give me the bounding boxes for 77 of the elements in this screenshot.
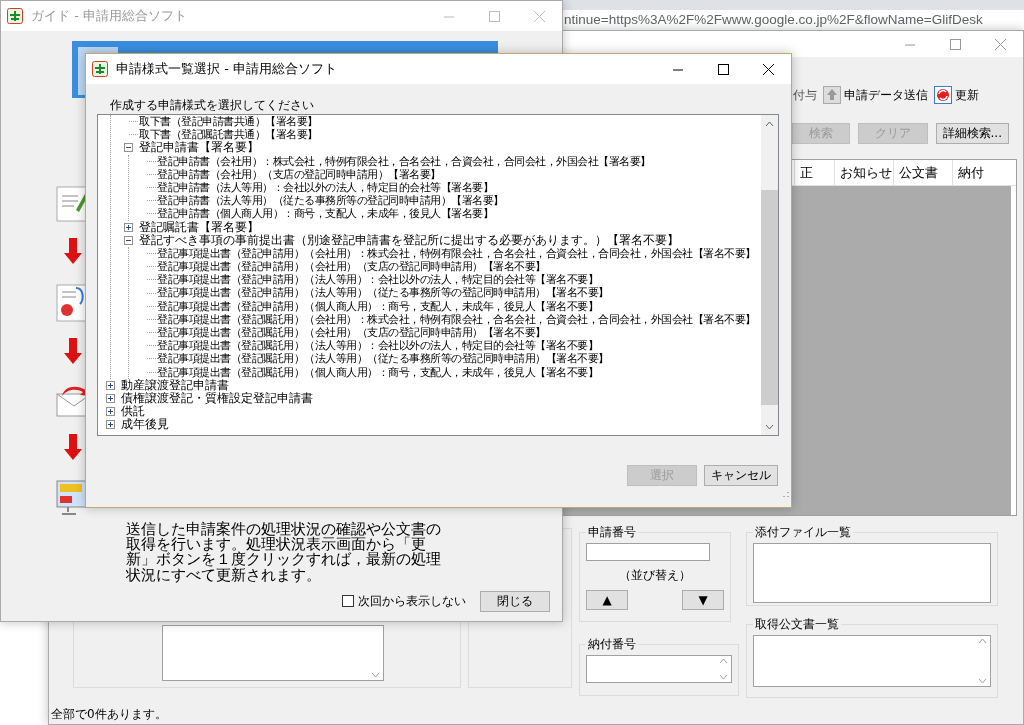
spin-up-icon[interactable] bbox=[719, 658, 728, 664]
expand-icon[interactable] bbox=[106, 394, 115, 404]
tree-item[interactable]: 供託 bbox=[102, 405, 761, 419]
expand-icon[interactable] bbox=[106, 407, 115, 417]
tree-item[interactable]: 登記申請書（法人等用）（従たる事務所等の登記同時申請用）【署名要】 bbox=[138, 194, 761, 208]
toolbar-button[interactable]: 申請データ送信 bbox=[823, 86, 928, 104]
text-area[interactable] bbox=[162, 625, 384, 681]
sort-label: （並び替え） bbox=[618, 567, 692, 584]
app-icon bbox=[92, 61, 108, 77]
status-text: 全部で0件あります。 bbox=[50, 705, 168, 723]
tree-item[interactable]: 登記申請書（会社用）：株式会社，特例有限会社，合名会社，合資会社，合同会社，外国会社【署名要】 bbox=[138, 154, 761, 168]
toolbar-button[interactable]: 更新 bbox=[934, 86, 979, 104]
tree-item[interactable]: 登記事項提出書（登記申請用）（会社用）：株式会社，特例有限会社，合名会社，合資会社，合同会社，外国会社【署名不要】 bbox=[138, 246, 761, 261]
payment-number-field[interactable] bbox=[586, 655, 732, 683]
search-button[interactable]: 詳細検索... bbox=[935, 123, 1009, 144]
spin-down-icon[interactable] bbox=[719, 674, 728, 680]
group-label: 申請番号 bbox=[587, 524, 637, 541]
close-icon[interactable] bbox=[763, 63, 774, 75]
expand-icon[interactable] bbox=[106, 380, 115, 390]
group-label: 取得公文書一覧 bbox=[754, 616, 840, 633]
collapse-icon[interactable] bbox=[124, 235, 133, 245]
guide-description: 送信した申請案件の処理状況の確認や公文書の取得を行います。処理状況表示画面から「更新」ボタンを１度クリックすれば，最新の処理状況にすべて更新されます。 bbox=[126, 522, 442, 583]
tree-item[interactable]: 成年後見 bbox=[102, 418, 761, 432]
tree-item[interactable]: 登記事項提出書（登記嘱託用）（法人等用）（従たる事務所等の登記同時申請用）【署名不要】 bbox=[138, 352, 761, 366]
tree-item[interactable]: 動産譲渡登記申請書 bbox=[102, 378, 761, 392]
tree-item[interactable]: 登記事項提出書（登記申請用）（個人商人用）：商号，支配人，未成年，後見人【署名不要】 bbox=[138, 299, 761, 313]
arrow-down-icon bbox=[64, 238, 82, 264]
group-label: 添付ファイル一覧 bbox=[754, 524, 852, 541]
refresh-icon bbox=[934, 86, 952, 104]
column-header: 公文書 bbox=[893, 160, 952, 185]
tree-item[interactable]: 登記事項提出書（登記嘱託用）（会社用）（支店の登記同時申請用）【署名不要】 bbox=[138, 326, 761, 340]
close-button[interactable]: 閉じる bbox=[480, 590, 550, 612]
tree-item[interactable]: 登記申請書（法人等用）：会社以外の法人，特定目的会社等【署名要】 bbox=[138, 180, 761, 195]
tree-item[interactable]: 債権譲渡登記・質権設定登記申請書 bbox=[102, 391, 761, 406]
upload-icon bbox=[823, 86, 841, 104]
collapse-icon[interactable] bbox=[124, 143, 133, 153]
group-label: 納付番号 bbox=[587, 636, 637, 653]
sort-button[interactable]: ▼ bbox=[682, 590, 724, 610]
tree-item[interactable]: 登記事項提出書（登記申請用）（法人等用）：会社以外の法人，特定目的会社等【署名不要】 bbox=[138, 273, 761, 287]
arrow-down-icon bbox=[64, 338, 82, 364]
tree-item[interactable]: 登記事項提出書（登記嘱託用）（法人等用）：会社以外の法人，特定目的会社等【署名不要】 bbox=[138, 339, 761, 353]
tree-item[interactable]: 登記事項提出書（登記申請用）（法人等用）（従たる事務所等の登記同時申請用）【署名不要】 bbox=[138, 286, 761, 300]
scroll-up-icon[interactable] bbox=[765, 120, 774, 127]
tree-item[interactable]: 登記事項提出書（登記嘱託用）（個人商人用）：商号，支配人，未成年，後見人【署名不要】 bbox=[138, 365, 761, 379]
tree-item[interactable]: 登記事項提出書（登記嘱託用）（会社用）：株式会社，特例有限会社，合名会社，合資会社，合同会社，外国会社【署名不要】 bbox=[138, 312, 761, 326]
window-title: ガイド - 申請用総合ソフト bbox=[31, 7, 188, 25]
sort-button[interactable]: ▲ bbox=[586, 590, 628, 610]
documents-list[interactable] bbox=[753, 635, 991, 687]
maximize-icon[interactable] bbox=[718, 63, 729, 75]
scroll-down-icon[interactable] bbox=[978, 678, 987, 684]
scroll-down-icon[interactable] bbox=[371, 672, 380, 678]
dont-show-checkbox[interactable]: 次回から表示しない bbox=[342, 592, 466, 610]
tree-item[interactable]: 登記事項提出書（登記申請用）（会社用）（支店の登記同時申請用）【署名不要】 bbox=[138, 260, 761, 274]
app-icon bbox=[7, 8, 23, 24]
application-number-field[interactable] bbox=[586, 543, 710, 561]
tree-item[interactable]: 登記すべき事項の事前提出書（別途登記申請書を登記所に提出する必要があります。）【署名不要】 bbox=[120, 233, 761, 247]
tree-item[interactable]: 登記申請書【署名要】 bbox=[120, 141, 761, 155]
scroll-down-icon[interactable] bbox=[765, 423, 774, 430]
arrow-down-icon bbox=[64, 434, 82, 460]
tree-item[interactable]: 登記申請書（会社用）（支店の登記同時申請用）【署名要】 bbox=[138, 167, 761, 181]
toolbar-button[interactable]: 付与 bbox=[793, 86, 817, 104]
window-title: 申請様式一覧選択 - 申請用総合ソフト bbox=[116, 60, 338, 78]
expand-icon[interactable] bbox=[124, 222, 133, 232]
scroll-up-icon[interactable] bbox=[978, 638, 987, 644]
address-text: ntinue=https%3A%2F%2Fwww.google.co.jp%2F&flowName=GlifDesk bbox=[564, 12, 983, 28]
column-header: 正 bbox=[794, 160, 834, 185]
column-header: お知らせ bbox=[834, 160, 893, 185]
tree-item[interactable]: 取下書（登記嘱託書共通）【署名要】 bbox=[120, 128, 761, 142]
tree-item[interactable]: 登記嘱託書【署名要】 bbox=[120, 220, 761, 234]
column-header: 納付 bbox=[952, 160, 1011, 185]
prompt-label: 作成する申請様式を選択してください bbox=[110, 98, 315, 112]
expand-icon[interactable] bbox=[106, 420, 115, 430]
tree-item[interactable]: 取下書（登記申請書共通）【署名要】 bbox=[120, 115, 761, 129]
attachments-list[interactable] bbox=[753, 543, 991, 603]
tree-item[interactable]: 登記申請書（個人商人用）：商号，支配人，未成年，後見人【署名要】 bbox=[138, 207, 761, 221]
dialog-button[interactable]: キャンセル bbox=[704, 465, 778, 486]
scrollbar[interactable] bbox=[761, 115, 778, 435]
